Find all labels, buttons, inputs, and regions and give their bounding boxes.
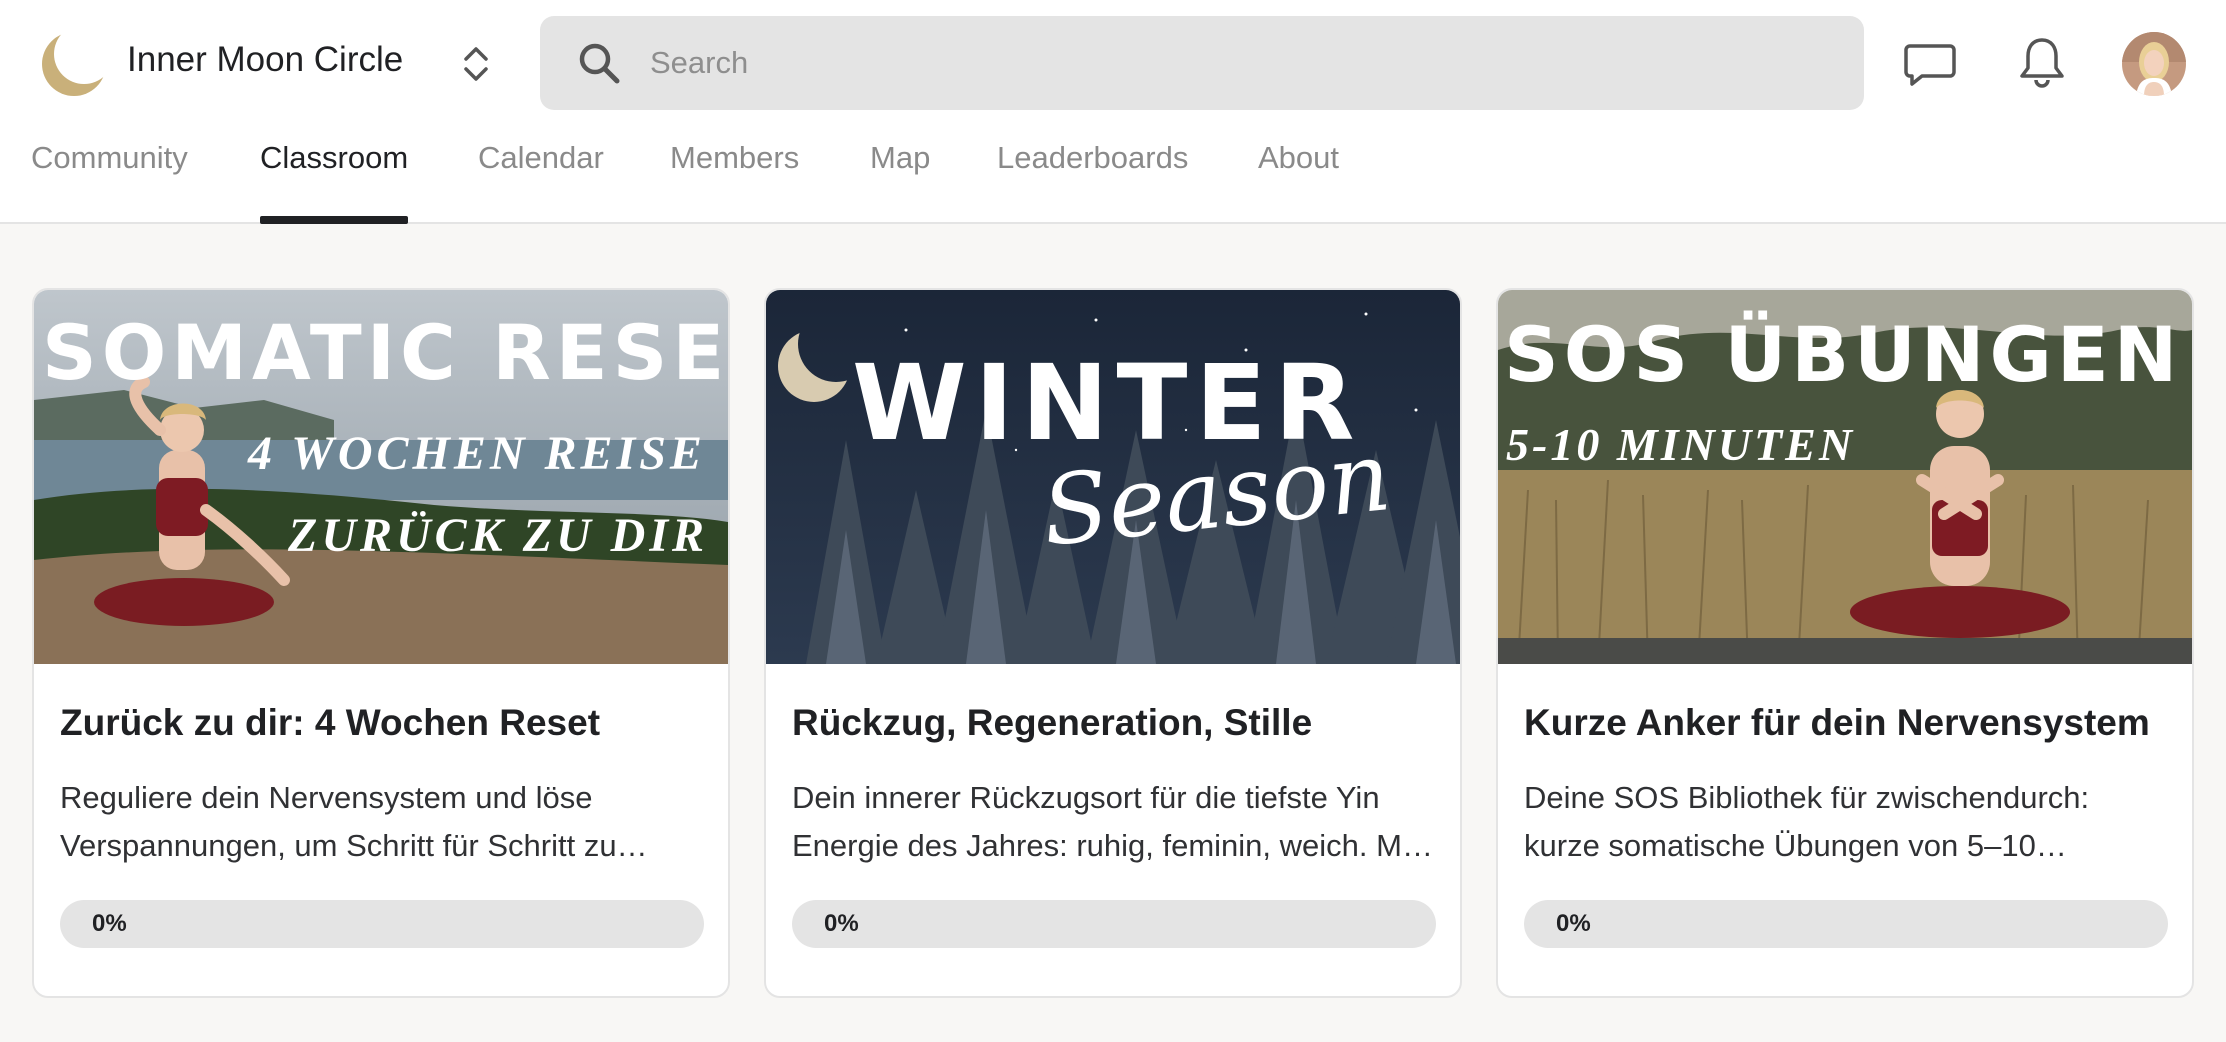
course-cover-image[interactable]: SOMATIC RESET 4 WOCHEN REISE ZURÜCK ZU D…: [34, 290, 728, 664]
chevron-updown-icon[interactable]: [456, 40, 496, 88]
progress-bar: 0%: [60, 900, 704, 948]
avatar[interactable]: [2122, 32, 2186, 96]
course-description: Deine SOS Bibliothek für zwischendurch: …: [1524, 780, 2090, 863]
top-header: Inner Moon Circle Community Classroom Ca…: [0, 0, 2226, 224]
course-cover-image[interactable]: WINTER Season: [766, 290, 1460, 664]
course-description: Reguliere dein Nervensystem und löse Ver…: [60, 780, 648, 863]
cover-title: SOMATIC RESET: [42, 308, 730, 397]
progress-bar: 0%: [1524, 900, 2168, 948]
course-card[interactable]: WINTER Season Rückzug, Regeneration, Sti…: [764, 288, 1462, 998]
chat-icon[interactable]: [1902, 36, 1958, 92]
cover-subtitle-2: ZURÜCK ZU DIR: [288, 509, 709, 562]
progress-label: 0%: [824, 910, 859, 937]
tab-map[interactable]: Map: [870, 140, 930, 224]
course-title[interactable]: Zurück zu dir: 4 Wochen Reset: [60, 702, 600, 744]
tab-calendar[interactable]: Calendar: [478, 140, 604, 224]
cover-title: SOS ÜBUNGEN: [1504, 310, 2183, 399]
tab-members[interactable]: Members: [670, 140, 799, 224]
course-card[interactable]: SOS ÜBUNGEN 5-10 MINUTEN Kurze Anker für…: [1496, 288, 2194, 998]
course-title[interactable]: Rückzug, Regeneration, Stille: [792, 702, 1312, 744]
cover-subtitle: 5-10 MINUTEN: [1506, 419, 1856, 470]
cover-subtitle: 4 WOCHEN REISE: [248, 427, 706, 480]
course-cover-image[interactable]: SOS ÜBUNGEN 5-10 MINUTEN: [1498, 290, 2192, 664]
progress-label: 0%: [1556, 910, 1591, 937]
moon-logo-icon[interactable]: [36, 26, 108, 98]
tab-community[interactable]: Community: [31, 140, 188, 224]
progress-label: 0%: [92, 910, 127, 937]
avatar-image: [2122, 32, 2186, 96]
tab-about[interactable]: About: [1258, 140, 1339, 224]
bell-icon[interactable]: [2014, 34, 2070, 90]
tab-classroom[interactable]: Classroom: [260, 140, 409, 224]
tab-leaderboards[interactable]: Leaderboards: [997, 140, 1188, 224]
search-input[interactable]: [650, 36, 1830, 90]
progress-bar: 0%: [792, 900, 1436, 948]
search-bar[interactable]: [540, 16, 1864, 110]
course-title[interactable]: Kurze Anker für dein Nervensystem: [1524, 702, 2150, 744]
course-description: Dein innerer Rückzugsort für die tiefste…: [792, 780, 1433, 863]
nav-tabs: Community Classroom Calendar Members Map…: [0, 140, 2226, 224]
community-name[interactable]: Inner Moon Circle: [127, 40, 403, 80]
search-icon: [579, 43, 620, 84]
course-card[interactable]: SOMATIC RESET 4 WOCHEN REISE ZURÜCK ZU D…: [32, 288, 730, 998]
